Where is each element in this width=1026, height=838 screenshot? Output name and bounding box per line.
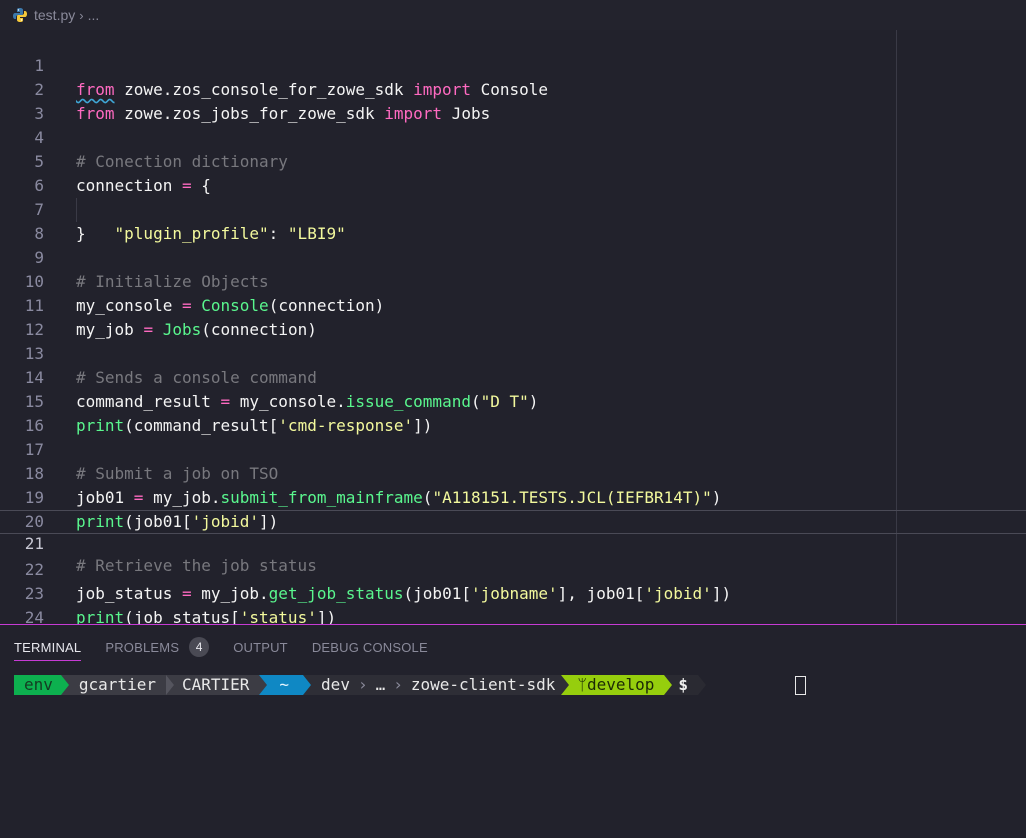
prompt-host-segment: CARTIER (173, 675, 260, 695)
tab-label: TERMINAL (14, 639, 82, 655)
vscode-window: test.py › ... 1 from zowe.zos_console_fo… (0, 0, 1026, 838)
panel-tabs: TERMINAL PROBLEMS 4 OUTPUT DEBUG CONSOLE (0, 625, 1026, 669)
tab-debug-console[interactable]: DEBUG CONSOLE (312, 625, 428, 669)
tab-terminal[interactable]: TERMINAL (14, 625, 82, 669)
tab-problems[interactable]: PROBLEMS 4 (105, 625, 210, 669)
path-part: … (375, 675, 386, 694)
code-line[interactable]: 20 (0, 486, 1026, 531)
tab-label: DEBUG CONSOLE (311, 639, 428, 655)
code-line[interactable]: 12 (0, 294, 1026, 339)
code-line[interactable]: 2 from zowe.zos_jobs_for_zowe_sdk import… (0, 54, 1026, 123)
prompt-path-segment: dev › … › zowe-client-sdk (311, 675, 562, 695)
python-file-icon (13, 8, 27, 22)
code-line[interactable]: 6 "plugin_profile": "LBI9" (0, 150, 1026, 243)
bottom-panel: TERMINAL PROBLEMS 4 OUTPUT DEBUG CONSOLE … (0, 624, 1026, 838)
code-line[interactable]: 14 command_result = my_console.issue_com… (0, 342, 1026, 411)
powerline-arrow-icon (60, 675, 69, 695)
powerline-arrow-icon (698, 675, 707, 695)
terminal-prompt[interactable]: env gcartier CARTIER ~ dev › … › zowe-client… (14, 675, 707, 695)
git-branch-icon: ᛘ (577, 675, 587, 694)
breadcrumb-more[interactable]: ... (88, 7, 100, 23)
code-line[interactable]: 25 (0, 606, 1026, 624)
tab-label: OUTPUT (233, 639, 288, 655)
code-line[interactable]: 5 connection = { (0, 126, 1026, 195)
code-line[interactable]: 22 job_status = my_job.get_job_status(jo… (0, 534, 1026, 603)
code-line[interactable]: 23 print(job_status['status']) (0, 558, 1026, 624)
powerline-arrow-icon (303, 675, 312, 695)
code-line[interactable]: 1 from zowe.zos_console_for_zowe_sdk imp… (0, 30, 1026, 99)
tab-label: PROBLEMS (105, 639, 180, 655)
chevron-right-icon: › (79, 7, 84, 23)
path-part: dev (321, 675, 350, 694)
prompt-user-segment: gcartier (68, 675, 166, 695)
prompt-dollar: $ (672, 675, 699, 695)
terminal-cursor (795, 676, 806, 695)
prompt-home-segment: ~ (267, 675, 304, 695)
powerline-arrow-icon (165, 675, 174, 695)
problems-count-badge: 4 (189, 637, 210, 657)
code-line[interactable]: 16 (0, 390, 1026, 435)
prompt-env-segment: env (14, 675, 61, 695)
code-editor[interactable]: 1 from zowe.zos_console_for_zowe_sdk imp… (0, 30, 1026, 624)
chevron-right-icon: › (357, 675, 368, 694)
prompt-branch-segment: ᛘ develop (569, 675, 665, 695)
powerline-arrow-icon (664, 675, 673, 695)
code-line[interactable]: 11 my_job = Jobs(connection) (0, 270, 1026, 339)
code-line[interactable]: 4 # Conection dictionary (0, 102, 1026, 171)
path-part: zowe-client-sdk (410, 675, 556, 694)
code-line[interactable]: 13 # Sends a console command (0, 318, 1026, 387)
code-line[interactable]: 24 (0, 582, 1026, 624)
chevron-right-icon: › (393, 675, 403, 694)
tab-output[interactable]: OUTPUT (233, 625, 288, 669)
powerline-arrow-icon (259, 675, 268, 695)
branch-name: develop (586, 675, 655, 694)
code-line[interactable]: 15 print(command_result['cmd-response']) (0, 366, 1026, 435)
breadcrumb-file[interactable]: test.py (34, 7, 75, 23)
code-line[interactable]: 7 } (0, 174, 1026, 243)
powerline-arrow-icon (561, 675, 570, 695)
code-line[interactable]: 19 print(job01['jobid']) (0, 462, 1026, 531)
code-line[interactable]: 17 # Submit a job on TSO (0, 414, 1026, 483)
code-line[interactable]: 8 (0, 198, 1026, 243)
code-line[interactable]: 9 # Initialize Objects (0, 222, 1026, 291)
current-code-line[interactable]: 21 # Retrieve the job status (0, 510, 1026, 575)
code-line[interactable]: 18 job01 = my_job.submit_from_mainframe(… (0, 438, 1026, 507)
code-line[interactable]: 10 my_console = Console(connection) (0, 246, 1026, 315)
breadcrumb: test.py › ... (0, 0, 1026, 31)
code-line[interactable]: 3 (0, 78, 1026, 123)
